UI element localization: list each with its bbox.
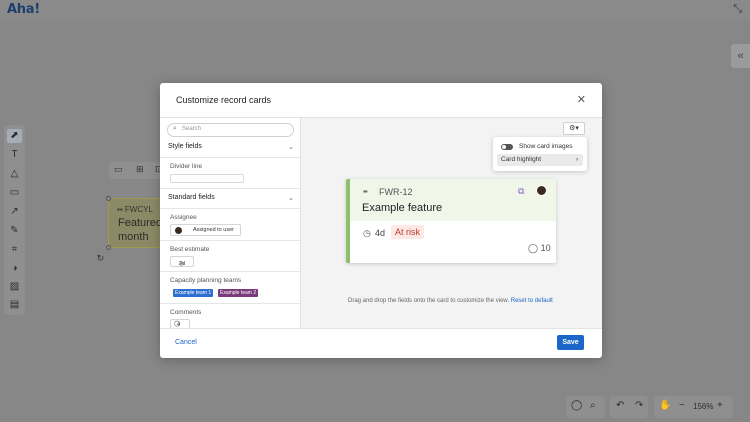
divider-line-field[interactable] — [170, 174, 244, 183]
card-view-icon[interactable]: ▭ — [114, 164, 123, 175]
collapse-icon[interactable]: ⤡ — [733, 3, 742, 16]
search-icon[interactable]: ⌕ — [590, 400, 596, 411]
status-badge: At risk — [391, 225, 425, 239]
customize-cards-dialog: Customize record cards ✕ ⌕ Search Style … — [160, 83, 602, 358]
undo-icon[interactable]: ↶ — [616, 400, 624, 411]
drag-icon: ▪▪ — [363, 187, 368, 196]
search-placeholder: Search — [182, 126, 202, 132]
gear-icon[interactable]: ⚙▾ — [563, 122, 585, 135]
section-divider — [160, 303, 300, 304]
comments-count: ◯ 10 — [528, 243, 551, 253]
reset-link[interactable]: Reset to default — [511, 298, 553, 304]
estimate-value: 4d — [375, 228, 386, 238]
comments-value: ◯ 4 — [174, 321, 181, 328]
top-bar: Aha! ⤡ — [0, 0, 750, 20]
search-icon: ⌕ — [173, 125, 177, 132]
divider-line-label: Divider line — [170, 163, 203, 170]
clock-icon: ◷ — [363, 228, 371, 238]
whiteboard-toolbar: ⬈ T △ ▭ ↗ ✎ ⌗ ◑ ▨ ▤ — [4, 125, 25, 315]
chevron-right-icon: › — [575, 156, 578, 163]
search-input[interactable]: ⌕ Search — [167, 123, 294, 137]
standard-fields-heading[interactable]: Standard fields — [168, 194, 215, 201]
drag-icon: ▪▪ — [117, 205, 123, 214]
drag-hint: Drag and drop the fields onto the card t… — [348, 298, 553, 304]
select-tool-icon[interactable]: ⬈ — [7, 129, 22, 143]
comments-field-chip[interactable]: ◯ 4 — [170, 319, 190, 328]
cancel-button[interactable]: Cancel — [175, 339, 197, 346]
comment-icon[interactable]: ◯ — [571, 400, 582, 411]
avatar — [175, 227, 182, 234]
dialog-title: Customize record cards — [176, 95, 272, 105]
zoom-controls: ✋ − 156% + — [654, 396, 733, 418]
team-chip-2[interactable]: Example team 2 — [218, 289, 259, 297]
card-highlight-menu-item[interactable]: Card highlight › — [497, 154, 583, 166]
settings-dropdown: Show card images Card highlight › — [493, 137, 587, 171]
resize-handle[interactable] — [106, 245, 111, 250]
table-tool-icon[interactable]: ▤ — [7, 298, 22, 312]
save-button[interactable]: Save — [557, 335, 584, 350]
capacity-teams-label: Capacity planning teams — [170, 277, 242, 284]
record-id[interactable]: FWR-12 — [379, 187, 413, 197]
zoom-in-icon[interactable]: + — [717, 400, 723, 411]
show-card-images-label[interactable]: Show card images — [519, 143, 572, 150]
frame-tool-icon[interactable]: ⌗ — [7, 243, 22, 257]
redo-icon[interactable]: ↷ — [635, 400, 643, 411]
comments-label: Comments — [170, 309, 202, 316]
history-controls: ↶ ↷ — [610, 396, 648, 418]
rotate-icon[interactable]: ↻ — [93, 251, 108, 265]
resize-handle[interactable] — [106, 196, 111, 201]
team-chip-1[interactable]: Example team 1 — [173, 289, 214, 297]
record-title: Example feature — [362, 202, 443, 214]
card-highlight-label: Card highlight — [501, 156, 542, 163]
section-divider — [160, 240, 300, 241]
record-card-preview[interactable]: ▪▪ FWR-12 ⧉ Example feature ◷ 4d At risk… — [346, 179, 556, 263]
zoom-out-icon[interactable]: − — [679, 400, 685, 411]
palette-tool-icon[interactable]: ◑ — [7, 262, 22, 276]
image-tool-icon[interactable]: ▨ — [7, 280, 22, 294]
show-card-images-toggle[interactable] — [501, 144, 513, 150]
assignee-field-chip[interactable]: Assigned to user — [170, 224, 241, 236]
close-icon[interactable]: ✕ — [577, 93, 586, 106]
section-divider — [160, 188, 300, 189]
card-header — [350, 179, 556, 221]
chevron-down-icon[interactable]: ⌄ — [288, 194, 294, 202]
card-mini-toolbar: ▭ ⊞ ⊡ — [109, 162, 163, 179]
card-layout-icon[interactable]: ⊞ — [136, 164, 144, 175]
section-divider — [160, 157, 300, 158]
expand-panel-icon[interactable]: « — [731, 44, 750, 68]
arrow-tool-icon[interactable]: ↗ — [7, 205, 22, 219]
hierarchy-icon[interactable]: ⧉ — [518, 186, 524, 197]
avatar — [536, 185, 547, 196]
section-divider — [160, 208, 300, 209]
footer-divider — [160, 328, 602, 329]
aha-logo[interactable]: Aha! — [7, 2, 40, 17]
zoom-level[interactable]: 156% — [693, 402, 713, 411]
style-fields-heading[interactable]: Style fields — [168, 143, 202, 150]
best-estimate-label: Best estimate — [170, 246, 210, 253]
section-divider — [160, 271, 300, 272]
bottom-tools-left: ◯ ⌕ — [566, 396, 605, 418]
sticky-note-icon[interactable]: ▭ — [7, 186, 22, 200]
text-tool-icon[interactable]: T — [7, 148, 22, 162]
canvas-record-card[interactable]: ▪▪ FWCYL Featured month — [108, 198, 168, 248]
estimate-field-chip[interactable]: ◷ 2d — [170, 256, 194, 267]
pen-tool-icon[interactable]: ✎ — [7, 224, 22, 238]
canvas-card-id: ▪▪ FWCYL — [117, 205, 153, 214]
chevron-down-icon[interactable]: ⌄ — [288, 143, 294, 151]
shapes-tool-icon[interactable]: △ — [7, 167, 22, 181]
card-preview-area: ⚙▾ Show card images Card highlight › ▪▪ … — [301, 118, 602, 328]
fields-sidebar: ⌕ Search Style fields ⌄ Divider line Sta… — [160, 118, 301, 328]
assignee-label: Assignee — [170, 214, 197, 221]
hand-icon[interactable]: ✋ — [659, 400, 671, 411]
